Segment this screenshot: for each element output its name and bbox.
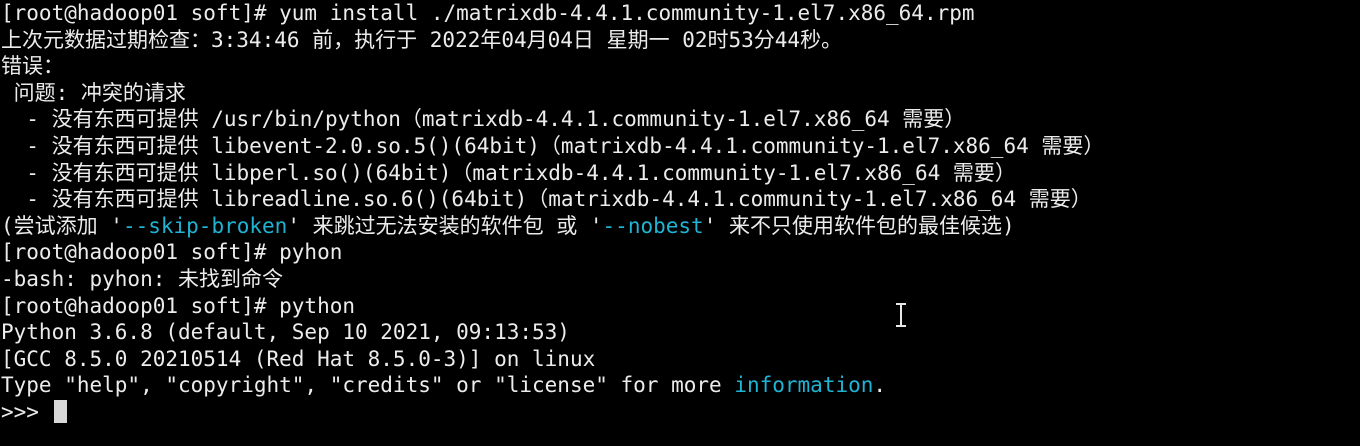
- line-text: -bash: pyhon: 未找到命令: [1, 266, 284, 291]
- line-text: - 没有东西可提供 libperl.so()(64bit)（matrixdb-4…: [1, 160, 1016, 185]
- python-prompt: >>>: [1, 399, 52, 424]
- line-text: [root@hadoop01 soft]# yum install ./matr…: [1, 1, 975, 25]
- terminal-line: [root@hadoop01 soft]# pyhon: [0, 239, 1360, 266]
- line-text: - 没有东西可提供 /usr/bin/python（matrixdb-4.4.1…: [1, 107, 966, 132]
- line-text: - 没有东西可提供 libreadline.so.6()(64bit)（matr…: [1, 187, 1092, 212]
- terminal-line: Python 3.6.8 (default, Sep 10 2021, 09:1…: [0, 319, 1360, 346]
- text-cursor: [53, 399, 67, 423]
- line-text: 上次元数据过期检查：3:34:46 前，执行于 2022年04月04日 星期一 …: [1, 27, 843, 52]
- highlighted-text: --skip-broken: [122, 213, 288, 238]
- highlighted-text: --nobest: [602, 213, 704, 238]
- line-text: [GCC 8.5.0 20210514 (Red Hat 8.5.0-3)] o…: [1, 346, 596, 371]
- line-text: Python 3.6.8 (default, Sep 10 2021, 09:1…: [1, 320, 570, 345]
- terminal-line: 错误：: [0, 53, 1360, 80]
- terminal-line: -bash: pyhon: 未找到命令: [0, 266, 1360, 293]
- line-text: (尝试添加 ': [1, 213, 123, 238]
- line-text: - 没有东西可提供 libevent-2.0.so.5()(64bit)（mat…: [1, 133, 1105, 158]
- line-text: .: [873, 373, 887, 398]
- line-text: [root@hadoop01 soft]# python: [1, 293, 356, 318]
- terminal-line: 上次元数据过期检查：3:34:46 前，执行于 2022年04月04日 星期一 …: [0, 27, 1360, 54]
- line-text: 错误：: [1, 54, 64, 79]
- terminal-line: [root@hadoop01 soft]# python: [0, 293, 1360, 320]
- terminal-line: 问题: 冲突的请求: [0, 80, 1360, 107]
- terminal-line: Type "help", "copyright", "credits" or "…: [0, 372, 1360, 399]
- terminal-line: - 没有东西可提供 /usr/bin/python（matrixdb-4.4.1…: [0, 106, 1360, 133]
- highlighted-text: information: [734, 373, 874, 398]
- ibeam-cursor-icon: [894, 302, 908, 328]
- terminal-window[interactable]: [root@hadoop01 soft]# yum install ./matr…: [0, 0, 1360, 446]
- terminal-line: [GCC 8.5.0 20210514 (Red Hat 8.5.0-3)] o…: [0, 346, 1360, 373]
- terminal-output: [root@hadoop01 soft]# yum install ./matr…: [0, 0, 1360, 399]
- terminal-line: (尝试添加 '--skip-broken' 来跳过无法安装的软件包 或 '--n…: [0, 213, 1360, 240]
- line-text: ' 来不只使用软件包的最佳候选): [703, 213, 1015, 238]
- terminal-line: - 没有东西可提供 libperl.so()(64bit)（matrixdb-4…: [0, 160, 1360, 187]
- line-text: 问题: 冲突的请求: [1, 80, 186, 105]
- line-text: ' 来跳过无法安装的软件包 或 ': [287, 213, 603, 238]
- line-text: [root@hadoop01 soft]# pyhon: [1, 240, 343, 265]
- line-text: Type "help", "copyright", "credits" or "…: [1, 373, 735, 398]
- terminal-line: [root@hadoop01 soft]# yum install ./matr…: [0, 0, 1360, 27]
- terminal-line: - 没有东西可提供 libreadline.so.6()(64bit)（matr…: [0, 186, 1360, 213]
- terminal-line: - 没有东西可提供 libevent-2.0.so.5()(64bit)（mat…: [0, 133, 1360, 160]
- python-repl-prompt-line[interactable]: >>>: [0, 399, 1360, 426]
